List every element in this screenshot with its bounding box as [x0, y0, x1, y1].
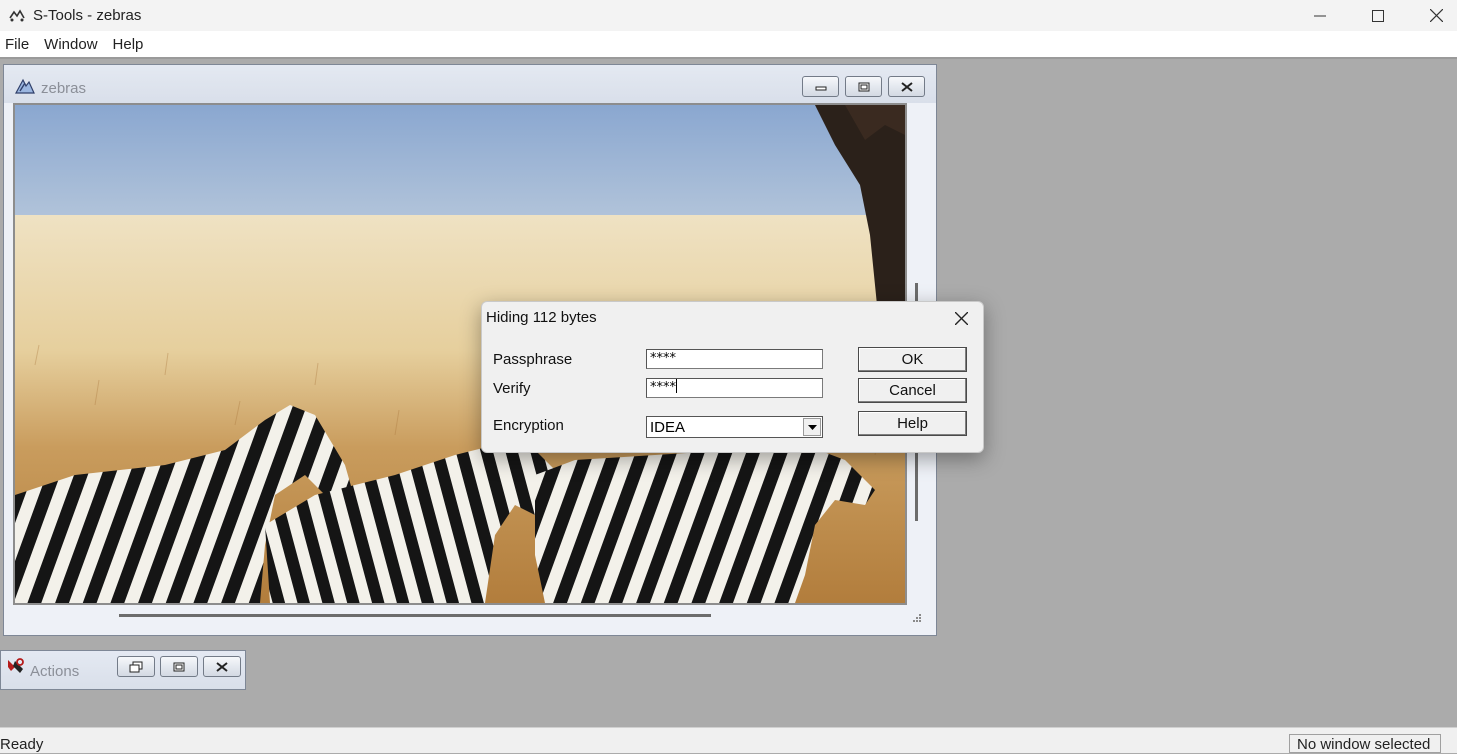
status-bar: Ready No window selected — [0, 727, 1457, 753]
close-icon — [216, 661, 228, 672]
verify-value: **** — [650, 380, 676, 395]
tools-icon — [8, 658, 24, 673]
minimize-button[interactable] — [1291, 0, 1349, 31]
encryption-select[interactable]: IDEA — [646, 416, 823, 438]
child-close-button[interactable] — [888, 76, 925, 97]
passphrase-label: Passphrase — [493, 351, 573, 368]
app-titlebar: S-Tools - zebras — [0, 0, 1457, 31]
zebras-window-titlebar[interactable]: zebras — [4, 65, 936, 103]
cancel-button[interactable]: Cancel — [858, 378, 967, 403]
child-restore-button[interactable] — [845, 76, 882, 97]
dialog-close-button[interactable] — [945, 306, 977, 330]
actions-window-title: Actions — [30, 663, 80, 680]
actions-window[interactable]: Actions — [0, 650, 246, 690]
picture-tool-icon — [14, 78, 35, 94]
minimize-icon — [1314, 15, 1326, 16]
menu-file[interactable]: File — [0, 36, 37, 53]
horizontal-scroll-thumb[interactable] — [119, 614, 711, 617]
actions-restore-button[interactable] — [117, 656, 155, 677]
minimize-icon — [815, 86, 826, 90]
resize-grip-icon[interactable] — [912, 613, 922, 623]
text-caret — [676, 379, 677, 393]
passphrase-value: **** — [650, 351, 676, 366]
actions-maximize-button[interactable] — [160, 656, 198, 677]
verify-field[interactable]: **** — [646, 378, 823, 398]
encryption-label: Encryption — [493, 417, 564, 434]
restore-icon — [858, 82, 869, 91]
status-pane-window: No window selected — [1289, 734, 1441, 753]
passphrase-field[interactable]: **** — [646, 349, 823, 369]
status-text: Ready — [0, 736, 44, 753]
menu-help[interactable]: Help — [108, 36, 152, 53]
maximize-button[interactable] — [1349, 0, 1407, 31]
s-tools-icon — [9, 8, 25, 21]
menu-bar: File Window Help — [0, 31, 1457, 59]
help-button[interactable]: Help — [858, 411, 967, 436]
close-icon — [1429, 9, 1443, 22]
maximize-icon — [173, 662, 185, 671]
actions-close-button[interactable] — [203, 656, 241, 677]
menu-window[interactable]: Window — [39, 36, 105, 53]
dialog-title: Hiding 112 bytes — [486, 309, 597, 326]
close-button[interactable] — [1407, 0, 1457, 31]
child-minimize-button[interactable] — [802, 76, 839, 97]
verify-label: Verify — [493, 380, 531, 397]
close-icon — [900, 81, 913, 92]
maximize-icon — [1372, 9, 1384, 22]
restore-icon — [129, 661, 143, 672]
zebras-window-title: zebras — [41, 80, 87, 97]
encryption-value: IDEA — [650, 419, 686, 436]
close-icon — [954, 311, 968, 325]
chevron-down-icon[interactable] — [803, 418, 821, 436]
ok-button[interactable]: OK — [858, 347, 967, 372]
hiding-dialog: Hiding 112 bytes Passphrase **** Verify … — [481, 301, 984, 453]
app-title: S-Tools - zebras — [33, 7, 142, 24]
